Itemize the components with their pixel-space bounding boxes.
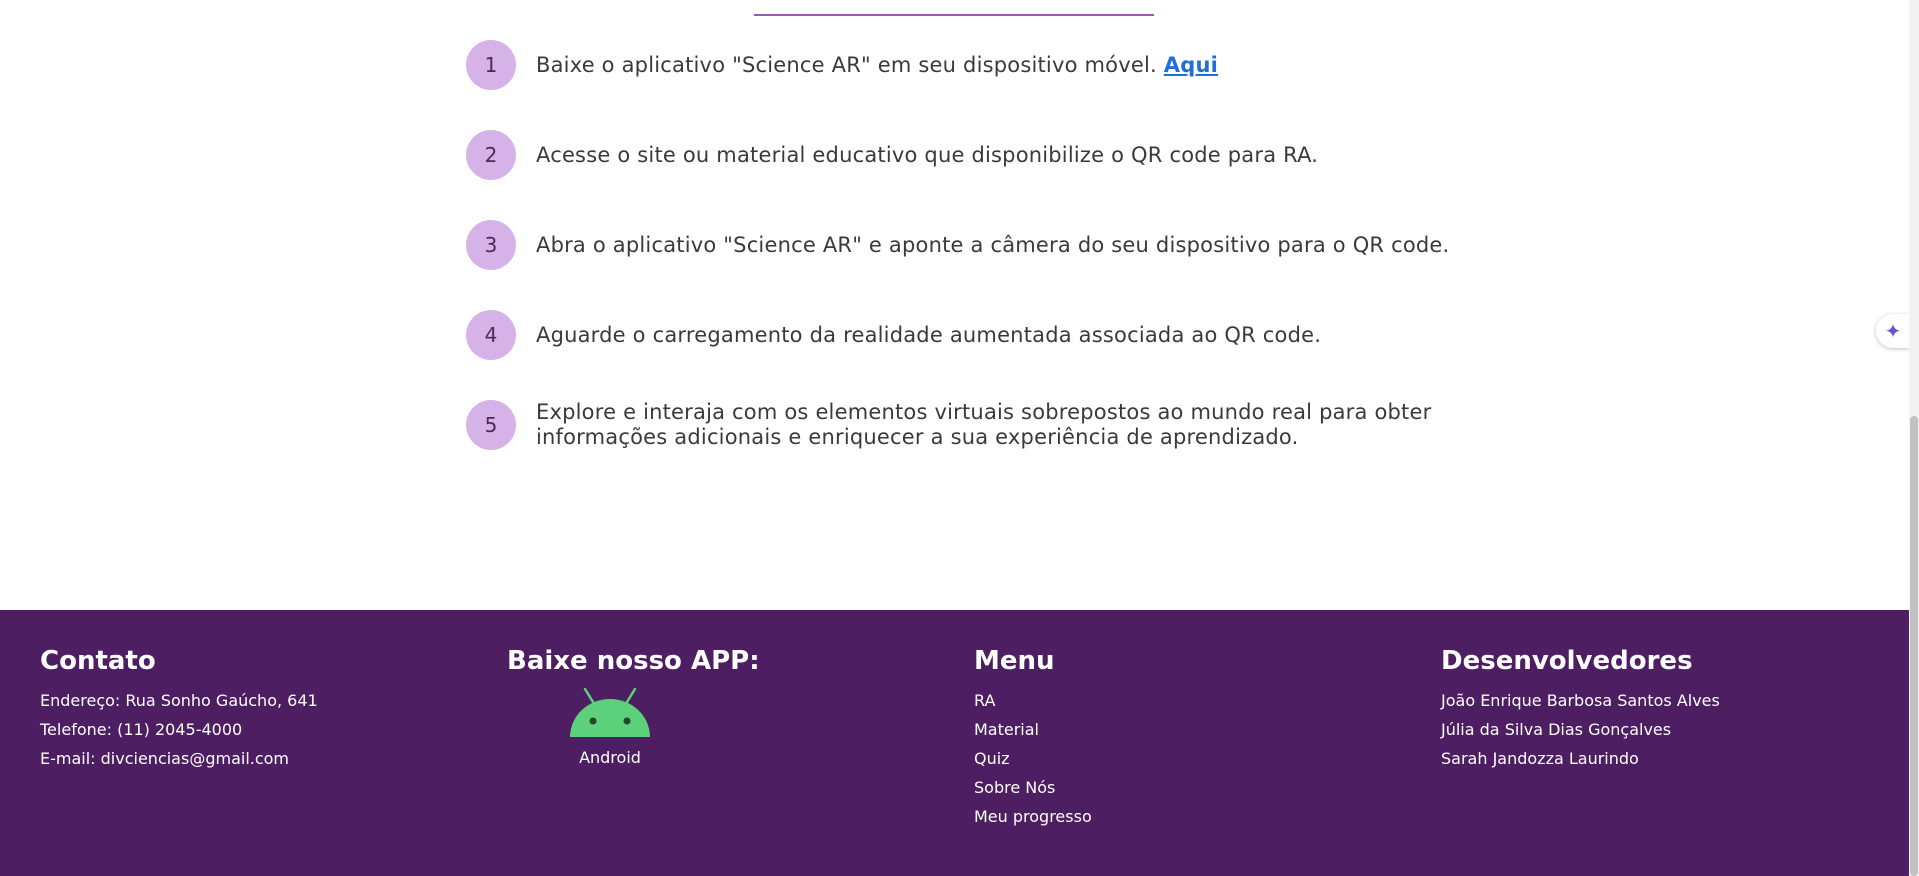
page: 1 Baixe o aplicativo "Science AR" em seu… [0,0,1919,876]
assistant-button[interactable]: ✦ [1876,314,1910,348]
contact-phone: Telefone: (11) 2045-4000 [40,720,243,739]
section-divider [754,14,1154,16]
step-text-content: Baixe o aplicativo "Science AR" em seu d… [536,52,1157,77]
menu-item-material[interactable]: Material [974,715,1092,744]
step-5: 5 Explore e interaja com os elementos vi… [466,400,1456,450]
scrollbar-thumb[interactable] [1910,416,1918,876]
contact-email: E-mail: divciencias@gmail.com [40,749,290,768]
scrollbar[interactable] [1909,0,1919,876]
menu-item-quiz[interactable]: Quiz [974,744,1092,773]
android-label: Android [579,748,641,767]
android-download[interactable]: Android [565,688,655,767]
developer-name: Sarah Jandozza Laurindo [1441,749,1639,768]
step-text: Aguarde o carregamento da realidade aume… [536,322,1322,347]
developer-name: Júlia da Silva Dias Gonçalves [1441,720,1672,739]
app-title: Baixe nosso APP: [507,646,760,676]
contact-title: Contato [40,646,156,676]
menu-title: Menu [974,646,1055,676]
menu-item-ra[interactable]: RA [974,686,1092,715]
menu-item-meu-progresso[interactable]: Meu progresso [974,802,1092,831]
contact-address: Endereço: Rua Sonho Gaúcho, 641 [40,691,318,710]
footer-menu: Menu RA Material Quiz Sobre Nós Meu prog… [974,646,1092,831]
download-link[interactable]: Aqui [1164,53,1218,77]
step-4: 4 Aguarde o carregamento da realidade au… [466,310,1456,360]
step-text: Abra o aplicativo "Science AR" e aponte … [536,232,1450,257]
developers-title: Desenvolvedores [1441,646,1693,676]
step-number: 3 [466,220,516,270]
step-number: 4 [466,310,516,360]
sparkle-icon: ✦ [1884,319,1902,343]
step-2: 2 Acesse o site ou material educativo qu… [466,130,1456,180]
android-icon [570,688,650,737]
menu-item-sobre-nos[interactable]: Sobre Nós [974,773,1092,802]
footer-developers: Desenvolvedores João Enrique Barbosa San… [1441,646,1720,773]
footer-app: Baixe nosso APP: Android [507,646,760,767]
step-text: Acesse o site ou material educativo que … [536,142,1319,167]
step-text: Explore e interaja com os elementos virt… [536,400,1432,449]
step-3: 3 Abra o aplicativo "Science AR" e apont… [466,220,1456,270]
step-text: Baixe o aplicativo "Science AR" em seu d… [536,53,1456,78]
step-1: 1 Baixe o aplicativo "Science AR" em seu… [466,40,1456,90]
footer-contact: Contato Endereço: Rua Sonho Gaúcho, 641 … [40,646,318,773]
developer-name: João Enrique Barbosa Santos Alves [1441,691,1720,710]
footer: Contato Endereço: Rua Sonho Gaúcho, 641 … [0,610,1909,876]
step-number: 1 [466,40,516,90]
step-number: 2 [466,130,516,180]
step-number: 5 [466,400,516,450]
